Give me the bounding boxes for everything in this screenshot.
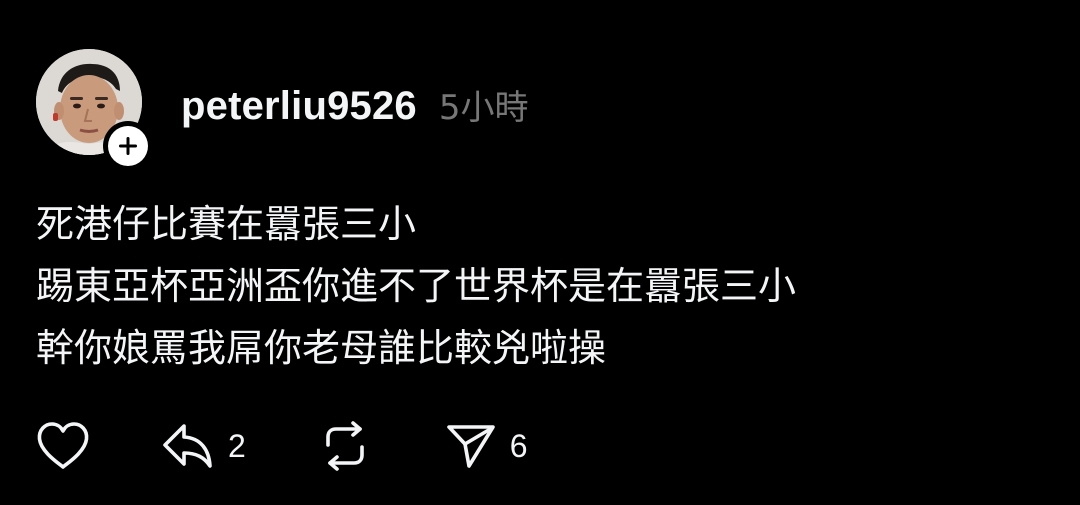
repost-icon [325, 421, 364, 471]
share-count: 6 [509, 427, 528, 464]
post-text-line: 死港仔比賽在囂張三小 [36, 202, 417, 246]
post-text-line: 幹你娘罵我屌你老母誰比較兇啦操 [36, 326, 607, 370]
reply-button[interactable]: 2 [160, 422, 246, 470]
author-avatar-container[interactable] [36, 49, 153, 171]
reply-icon [163, 424, 212, 468]
post-body: 死港仔比賽在囂張三小 踢東亞杯亞洲盃你進不了世界杯是在囂張三小 幹你娘罵我屌你老… [36, 193, 1056, 379]
post-timestamp[interactable]: 5小時 [439, 80, 529, 129]
username-link[interactable]: peterliu9526 [181, 84, 417, 129]
share-button[interactable]: 6 [446, 422, 528, 470]
follow-button[interactable] [103, 121, 153, 171]
post-header: peterliu9526 5小時 [181, 80, 529, 129]
post-actions: 2 6 [36, 417, 528, 475]
reply-count: 2 [228, 427, 246, 464]
follow-badge-circle [108, 126, 148, 166]
plus-icon [119, 137, 137, 155]
send-icon [446, 425, 495, 468]
thread-post: peterliu9526 5小時 死港仔比賽在囂張三小 踢東亞杯亞洲盃你進不了世… [0, 0, 1080, 505]
heart-icon [37, 422, 89, 469]
like-button[interactable] [36, 421, 90, 471]
repost-button[interactable] [320, 421, 370, 471]
post-text-line: 踢東亞杯亞洲盃你進不了世界杯是在囂張三小 [36, 264, 797, 308]
